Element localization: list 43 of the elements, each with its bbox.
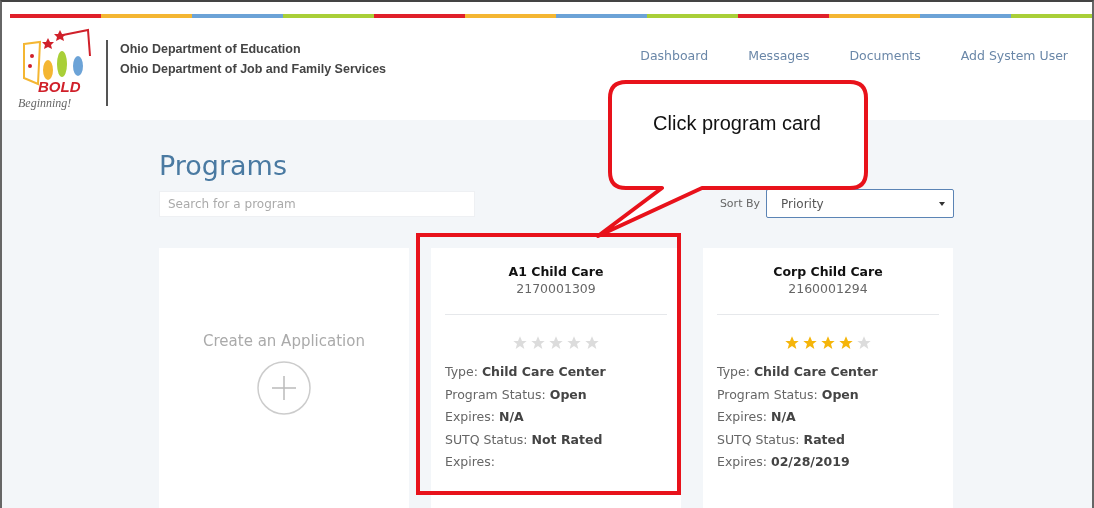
- sort-label: Sort By: [719, 197, 760, 210]
- agency-name: Ohio Department of Job and Family Services: [120, 62, 387, 76]
- filled-star-icon: [784, 335, 800, 351]
- agency-name: Ohio Department of Education: [120, 42, 302, 56]
- filled-star-icon: [838, 335, 854, 351]
- program-detail: SUTQ Status: Not Rated: [445, 430, 604, 449]
- callout-text: Click program card: [652, 111, 822, 136]
- program-name: A1 Child Care: [507, 264, 605, 279]
- nav-link[interactable]: Add System User: [960, 48, 1068, 63]
- nav-link[interactable]: Dashboard: [640, 48, 709, 63]
- nav-link[interactable]: Messages: [748, 48, 810, 63]
- logo-word: BOLD: [38, 78, 81, 95]
- program-detail: Program Status: Open: [445, 385, 588, 404]
- program-name: Corp Child Care: [772, 264, 884, 279]
- program-detail: Type: Child Care Center: [717, 363, 879, 381]
- nav-link[interactable]: Documents: [849, 48, 921, 63]
- empty-star-icon: [584, 335, 600, 351]
- empty-star-icon: [566, 335, 582, 351]
- filled-star-icon: [802, 335, 818, 351]
- program-detail: Expires: N/A: [717, 408, 797, 426]
- search-field[interactable]: Search for a program: [159, 190, 475, 217]
- program-detail: SUTQ Status: Rated: [717, 430, 847, 449]
- empty-star-icon: [512, 335, 528, 351]
- plus-circle-icon: [256, 360, 312, 416]
- empty-star-icon: [548, 335, 564, 351]
- page-title: Programs: [159, 150, 288, 181]
- program-detail: Expires:: [445, 453, 496, 471]
- sort-select[interactable]: Priority: [766, 189, 954, 218]
- program-detail: Expires: 02/28/2019: [717, 453, 851, 471]
- logo-tagline: Beginning!: [18, 96, 72, 111]
- program-detail: Expires: N/A: [445, 408, 525, 426]
- program-detail: Program Status: Open: [717, 385, 860, 404]
- create-label: Create an Application: [203, 332, 365, 350]
- empty-star-icon: [856, 335, 872, 351]
- program-detail: Type: Child Care Center: [445, 363, 607, 381]
- empty-star-icon: [530, 335, 546, 351]
- program-number: 2170001309: [515, 281, 597, 296]
- program-number: 2160001294: [787, 281, 869, 296]
- program-card[interactable]: Corp Child Care 2160001294 Type: Child Care Center Program Status: Open Expires: N/A SUTQ Status: Rated Expires: 02/28/2019: [703, 248, 953, 508]
- create-application-card[interactable]: Create an Application: [159, 248, 409, 508]
- caret-icon: [939, 201, 945, 206]
- program-card[interactable]: A1 Child Care 2170001309 Type: Child Care Center Program Status: Open Expires: N/A SUTQ Status: Not Rated Expires:: [431, 248, 681, 508]
- filled-star-icon: [820, 335, 836, 351]
